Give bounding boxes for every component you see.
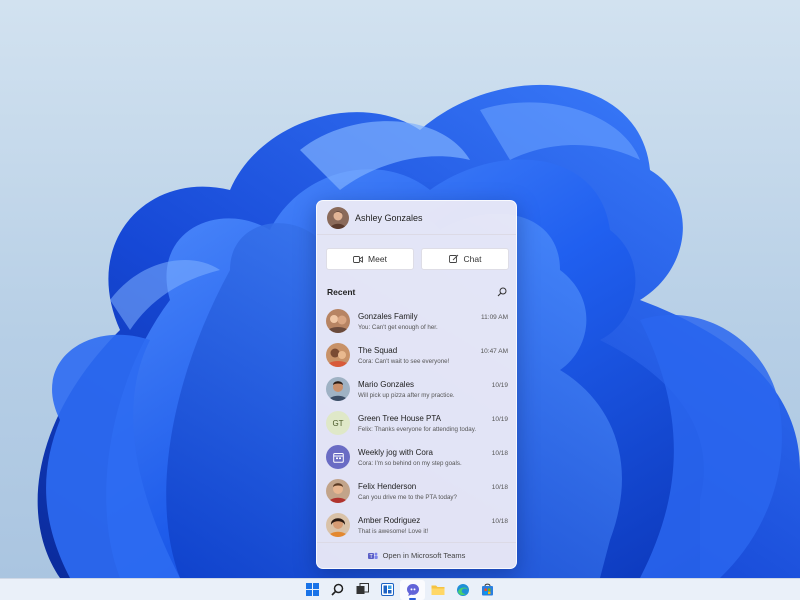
conversation-item[interactable]: Amber Rodriguez 10/18 That is awesome! L…: [317, 508, 516, 542]
conversation-preview: Felix: Thanks everyone for attending tod…: [358, 425, 477, 433]
conversation-time: 10/18: [491, 483, 508, 491]
conversation-time: 10/19: [491, 381, 508, 389]
person-avatar: [326, 377, 350, 401]
widgets-icon[interactable]: [375, 580, 400, 600]
calendar-icon: [332, 452, 344, 463]
meet-label: Meet: [368, 254, 387, 264]
conversation-name: Amber Rodriguez: [358, 515, 421, 525]
conversation-preview: Cora: I'm so behind on my step goals.: [358, 459, 462, 467]
conversation-name: Mario Gonzales: [358, 379, 415, 389]
conversation-name: Felix Henderson: [358, 481, 417, 491]
open-in-teams-link[interactable]: T Open in Microsoft Teams: [317, 542, 516, 568]
conversation-time: 10:47 AM: [480, 347, 508, 355]
conversation-list: Gonzales Family 11:09 AM You: Can't get …: [317, 304, 516, 542]
conversation-preview: Will pick up pizza after my practice.: [358, 391, 455, 399]
conversation-time: 10/19: [491, 415, 508, 423]
calendar-avatar: [326, 445, 350, 469]
flyout-header: Ashley Gonzales: [317, 201, 516, 235]
initials-label: GT: [332, 418, 344, 428]
conversation-item[interactable]: The Squad 10:47 AM Cora: Can't wait to s…: [317, 338, 516, 372]
person-avatar: [326, 479, 350, 503]
edge-icon[interactable]: [450, 580, 475, 600]
search-icon[interactable]: [497, 287, 507, 297]
group-avatar: [326, 343, 350, 367]
chat-icon[interactable]: [400, 579, 425, 600]
search-icon[interactable]: [325, 580, 350, 600]
chat-button[interactable]: Chat: [421, 248, 509, 270]
conversation-preview: You: Can't get enough of her.: [358, 323, 438, 331]
conversation-preview: Can you drive me to the PTA today?: [358, 493, 457, 501]
conversation-item[interactable]: Gonzales Family 11:09 AM You: Can't get …: [317, 304, 516, 338]
conversation-name: Weekly jog with Cora: [358, 447, 433, 457]
file-explorer-icon[interactable]: [425, 580, 450, 600]
recent-header: Recent: [327, 285, 507, 299]
start-icon[interactable]: [300, 580, 325, 600]
meet-button[interactable]: Meet: [326, 248, 414, 270]
conversation-preview: Cora: Can't wait to see everyone!: [358, 357, 450, 365]
conversation-name: Gonzales Family: [358, 311, 418, 321]
conversation-item[interactable]: Felix Henderson 10/18 Can you drive me t…: [317, 474, 516, 508]
conversation-name: The Squad: [358, 345, 398, 355]
recent-label: Recent: [327, 287, 356, 297]
conversation-item[interactable]: GT Green Tree House PTA 10/19 Felix: Tha…: [317, 406, 516, 440]
conversation-preview: That is awesome! Love it!: [358, 527, 429, 535]
open-in-teams-label: Open in Microsoft Teams: [382, 551, 466, 560]
teams-icon: T: [367, 551, 378, 561]
person-avatar: [326, 513, 350, 537]
conversation-item[interactable]: Weekly jog with Cora 10/18 Cora: I'm so …: [317, 440, 516, 474]
taskbar: [0, 578, 800, 600]
compose-icon: [448, 254, 459, 264]
conversation-time: 10/18: [491, 517, 508, 525]
chat-flyout: Ashley Gonzales Meet Chat Recent Gonzale…: [316, 200, 517, 569]
conversation-time: 11:09 AM: [481, 313, 508, 321]
video-camera-icon: [353, 255, 363, 264]
initials-avatar: GT: [326, 411, 350, 435]
group-avatar: [326, 309, 350, 333]
user-avatar[interactable]: [327, 206, 349, 229]
conversation-item[interactable]: Mario Gonzales 10/19 Will pick up pizza …: [317, 372, 516, 406]
user-name: Ashley Gonzales: [355, 212, 423, 223]
conversation-time: 10/18: [491, 449, 508, 457]
conversation-name: Green Tree House PTA: [358, 413, 441, 423]
task-view-icon[interactable]: [350, 580, 375, 600]
action-row: Meet Chat: [326, 248, 509, 270]
store-icon[interactable]: [475, 580, 500, 600]
chat-label: Chat: [463, 254, 482, 264]
